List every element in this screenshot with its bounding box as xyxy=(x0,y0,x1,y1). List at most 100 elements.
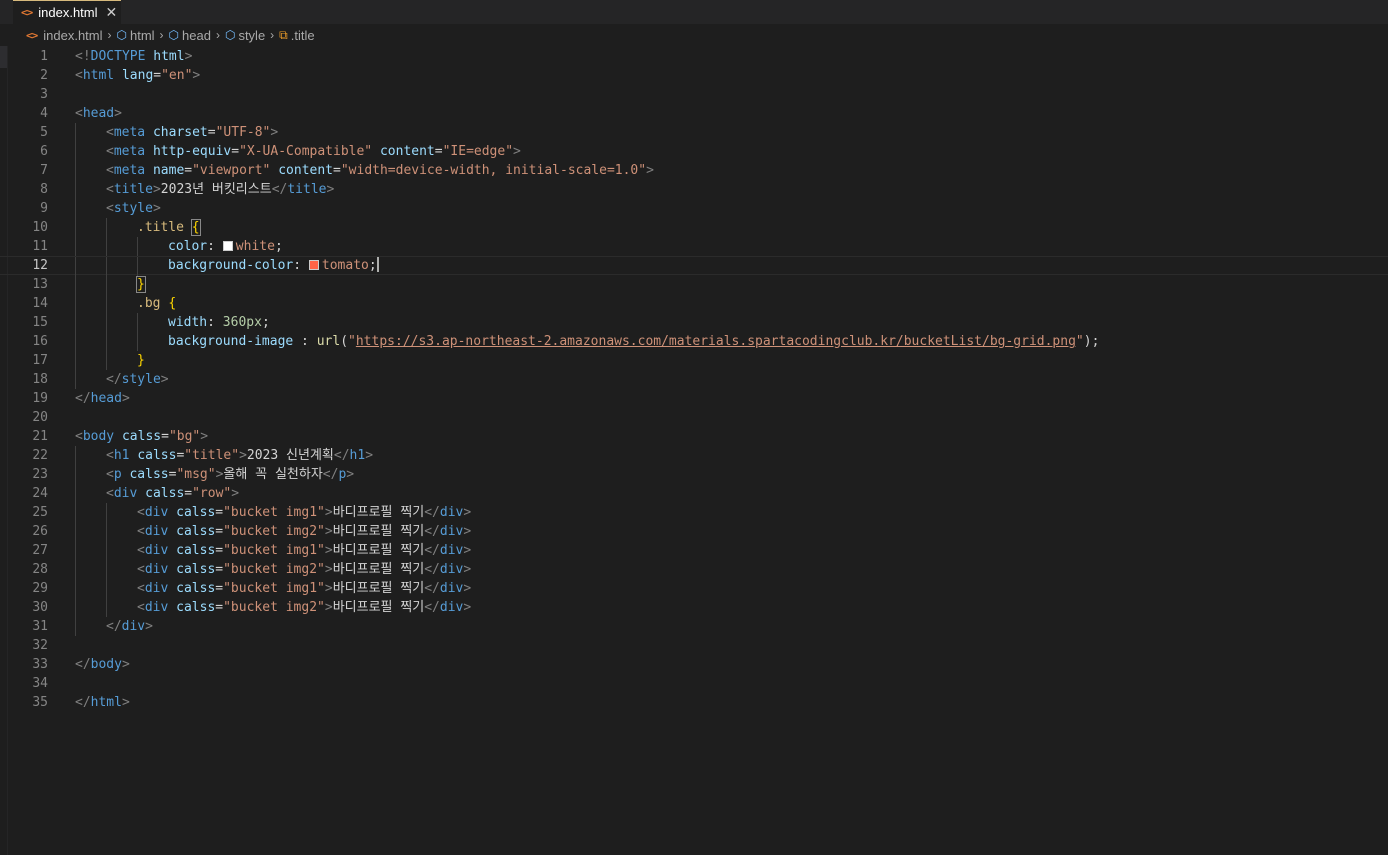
token-str: "UTF-8" xyxy=(215,125,271,140)
token-sel: .title xyxy=(137,220,184,235)
color-swatch[interactable] xyxy=(308,260,319,270)
code-line[interactable]: 24 <div calss="row"> xyxy=(0,484,1388,503)
code-line[interactable]: 31 </div> xyxy=(0,617,1388,636)
line-number: 4 xyxy=(40,106,48,121)
code-line[interactable]: 1 <!DOCTYPE html> xyxy=(0,47,1388,66)
indent-guide xyxy=(75,579,76,598)
code-line[interactable]: 32 xyxy=(0,636,1388,655)
token-tag: head xyxy=(90,391,122,406)
breadcrumb-label: index.html xyxy=(43,27,103,43)
token-txt: = xyxy=(153,68,162,83)
code-line[interactable]: 6 <meta http-equiv="X-UA-Compatible" cont… xyxy=(0,142,1388,161)
code-editor[interactable]: 1 <!DOCTYPE html> 2 <html lang="en"> 3 4 <head… xyxy=(0,47,1388,747)
code-line[interactable]: 7 <meta name="viewport" content="width=de… xyxy=(0,161,1388,180)
indent-guide xyxy=(137,257,138,276)
code-line[interactable]: 21 <body calss="bg"> xyxy=(0,427,1388,446)
code-line[interactable]: 14 .bg { xyxy=(0,294,1388,313)
color-swatch[interactable] xyxy=(222,241,233,251)
breadcrumb-item-file[interactable]: <> index.html xyxy=(26,28,103,43)
code-line[interactable]: 15 width: 360px; xyxy=(0,313,1388,332)
breadcrumb-item-head[interactable]: ⬡ head xyxy=(169,28,211,43)
token-tag: div xyxy=(439,505,464,520)
indent-guide xyxy=(75,294,76,313)
token-txt: 올해 꼭 실천하자 xyxy=(223,467,323,482)
line-number: 9 xyxy=(40,201,48,216)
token-attr: html xyxy=(153,49,185,64)
code-line[interactable]: 28 <div calss="bucket img2">바디프로필 찍기</div… xyxy=(0,560,1388,579)
code-line[interactable]: 2 <html lang="en"> xyxy=(0,66,1388,85)
token-br: </ xyxy=(106,372,122,387)
indent-guide xyxy=(106,598,107,617)
token-str: "title" xyxy=(184,448,240,463)
code-line[interactable]: 23 <p calss="msg">올해 꼭 실천하자</p> xyxy=(0,465,1388,484)
code-line[interactable]: 10 .title { xyxy=(0,218,1388,237)
token-txt: : xyxy=(293,258,309,273)
token-tag: h1 xyxy=(349,448,366,463)
code-line[interactable]: 4 <head> xyxy=(0,104,1388,123)
code-line[interactable]: 25 <div calss="bucket img1">바디프로필 찍기</div… xyxy=(0,503,1388,522)
code-line[interactable]: 12 background-color: tomato; xyxy=(0,256,1388,276)
code-line[interactable]: 22 <h1 calss="title">2023 신년계획</h1> xyxy=(0,446,1388,465)
token-br: < xyxy=(106,201,114,216)
breadcrumb-item-title-class[interactable]: ⧉ .title xyxy=(279,28,314,43)
code-line[interactable]: 11 color: white; xyxy=(0,237,1388,256)
token-txt: = xyxy=(333,163,341,178)
code-text: </html> xyxy=(75,693,130,712)
code-line[interactable]: 35 </html> xyxy=(0,693,1388,712)
code-line[interactable]: 27 <div calss="bucket img1">바디프로필 찍기</div… xyxy=(0,541,1388,560)
code-line[interactable]: 20 xyxy=(0,408,1388,427)
indent-guide xyxy=(75,199,76,218)
code-line[interactable]: 9 <style> xyxy=(0,199,1388,218)
tab-index-html[interactable]: <> index.html ✕ xyxy=(13,0,121,24)
element-cube-icon: ⬡ xyxy=(168,28,180,42)
html-file-icon: <> xyxy=(21,6,33,19)
token-str: "row" xyxy=(192,486,232,501)
indent-guide xyxy=(75,161,76,180)
breadcrumb: <> index.html › ⬡ html › ⬡ head › ⬡ styl… xyxy=(0,24,1388,46)
line-number: 22 xyxy=(32,448,48,463)
token-attr: calss xyxy=(176,505,216,520)
token-tag: div xyxy=(144,562,169,577)
code-line[interactable]: 30 <div calss="bucket img2">바디프로필 찍기</div… xyxy=(0,598,1388,617)
code-text: background-color: tomato; xyxy=(168,257,379,274)
code-line[interactable]: 13} xyxy=(0,275,1388,294)
token-url[interactable]: https://s3.ap-northeast-2.amazonaws.com/… xyxy=(356,334,1076,349)
code-line[interactable]: 18 </style> xyxy=(0,370,1388,389)
token-br: </ xyxy=(424,505,440,520)
token-attr: calss xyxy=(176,562,216,577)
line-number: 15 xyxy=(32,315,48,330)
code-line[interactable]: 5 <meta charset="UTF-8"> xyxy=(0,123,1388,142)
token-str: "viewport" xyxy=(192,163,271,178)
token-str: "en" xyxy=(161,68,193,83)
code-line[interactable]: 19 </head> xyxy=(0,389,1388,408)
code-line[interactable]: 3 xyxy=(0,85,1388,104)
token-br: < xyxy=(106,486,114,501)
code-line[interactable]: 8 <title>2023년 버킷리스트</title> xyxy=(0,180,1388,199)
line-number: 14 xyxy=(32,296,48,311)
close-icon[interactable]: ✕ xyxy=(106,4,118,21)
indent-guide xyxy=(75,313,76,332)
breadcrumb-item-style[interactable]: ⬡ style xyxy=(225,28,265,43)
token-br: </ xyxy=(424,581,440,596)
code-text: <style> xyxy=(106,199,161,218)
line-number: 8 xyxy=(40,182,48,197)
code-line[interactable]: 34 xyxy=(0,674,1388,693)
code-line[interactable]: 16 background-image : url("https://s3.ap-… xyxy=(0,332,1388,351)
code-line[interactable]: 17} xyxy=(0,351,1388,370)
token-str: "msg" xyxy=(176,467,216,482)
code-line[interactable]: 29 <div calss="bucket img1">바디프로필 찍기</div… xyxy=(0,579,1388,598)
indent-guide xyxy=(75,142,76,161)
indent-guide xyxy=(75,522,76,541)
code-text: <p calss="msg">올해 꼭 실천하자</p> xyxy=(106,465,354,484)
token-attr: content xyxy=(278,163,334,178)
breadcrumb-item-html[interactable]: ⬡ html xyxy=(117,28,155,43)
code-line[interactable]: 33 </body> xyxy=(0,655,1388,674)
token-br: < xyxy=(137,600,145,615)
code-line[interactable]: 26 <div calss="bucket img2">바디프로필 찍기</div… xyxy=(0,522,1388,541)
indent-guide xyxy=(75,465,76,484)
